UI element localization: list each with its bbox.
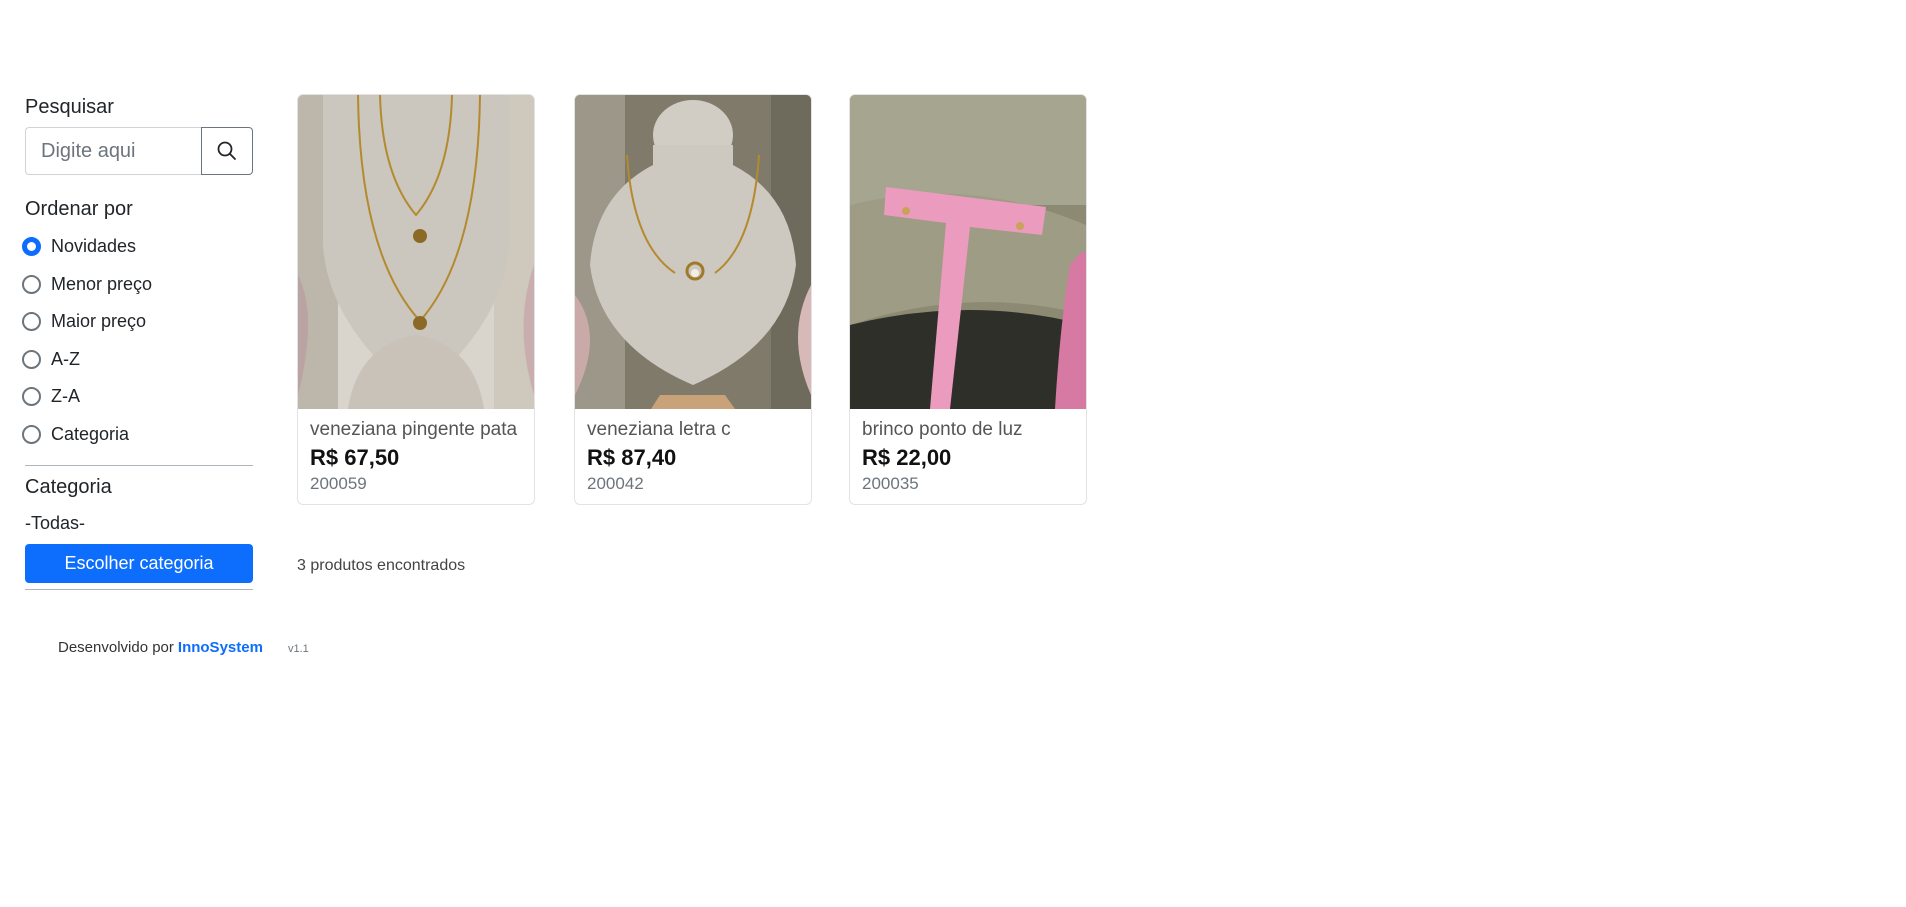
search-button[interactable] [201,127,253,175]
order-option-a-z[interactable]: A-Z [22,341,253,379]
product-card[interactable]: veneziana pingente pata R$ 67,50 200059 [297,94,535,505]
radio-label: Z-A [51,386,80,407]
radio-button[interactable] [22,274,41,294]
version-label: v1.1 [287,643,309,655]
radio-button[interactable] [22,312,41,332]
product-info: brinco ponto de luz R$ 22,00 200035 [850,409,1086,504]
radio-label: Maior preço [51,311,147,332]
developed-by-text: Desenvolvido por [58,639,174,656]
radio-label: Categoria [51,423,130,444]
radio-label: Novidades [51,236,137,257]
order-radio-group: Novidades Menor preço Maior preço A-Z Z-… [22,228,253,454]
radio-button[interactable] [22,387,41,407]
brand-link[interactable]: InnoSystem [178,639,263,656]
product-code: 200035 [862,474,919,493]
radio-label: Menor preço [51,273,153,294]
product-code: 200042 [587,474,644,493]
order-option-maior-preco[interactable]: Maior preço [22,303,253,341]
product-image-necklace[interactable] [575,95,811,409]
order-option-categoria[interactable]: Categoria [22,416,253,454]
order-option-novidades[interactable]: Novidades [22,228,253,266]
footer: Desenvolvido por InnoSystem v1.1 [58,639,309,656]
radio-label: A-Z [51,348,80,369]
product-code: 200059 [310,474,367,493]
order-option-z-a[interactable]: Z-A [22,378,253,416]
product-name[interactable]: brinco ponto de luz [862,420,1074,440]
search-label: Pesquisar [25,96,114,118]
order-option-menor-preco[interactable]: Menor preço [22,266,253,304]
radio-button-checked[interactable] [22,237,41,257]
search-input[interactable] [25,127,201,175]
product-card[interactable]: brinco ponto de luz R$ 22,00 200035 [849,94,1087,505]
product-price: R$ 67,50 [310,445,400,470]
divider [25,589,253,590]
product-price: R$ 22,00 [862,445,952,470]
divider [25,465,253,466]
product-info: veneziana letra c R$ 87,40 200042 [575,409,811,504]
radio-button[interactable] [22,349,41,369]
choose-category-button[interactable]: Escolher categoria [25,544,253,583]
search-icon [217,141,236,160]
results-count: 3 produtos encontrados [297,557,466,574]
product-card[interactable]: veneziana letra c R$ 87,40 200042 [574,94,812,505]
search-group [25,127,253,175]
product-name[interactable]: veneziana letra c [587,420,799,440]
product-image-earrings[interactable] [850,95,1086,409]
product-info: veneziana pingente pata R$ 67,50 200059 [298,409,534,504]
order-label: Ordenar por [25,198,133,220]
product-price: R$ 87,40 [587,445,677,470]
product-image-necklace[interactable] [298,95,534,409]
category-label: Categoria [25,476,112,498]
filters-sidebar: Pesquisar Ordenar por Novidades Menor pr… [22,95,253,590]
radio-button[interactable] [22,424,41,444]
selected-category: -Todas- [25,513,86,533]
product-name[interactable]: veneziana pingente pata [310,420,522,440]
